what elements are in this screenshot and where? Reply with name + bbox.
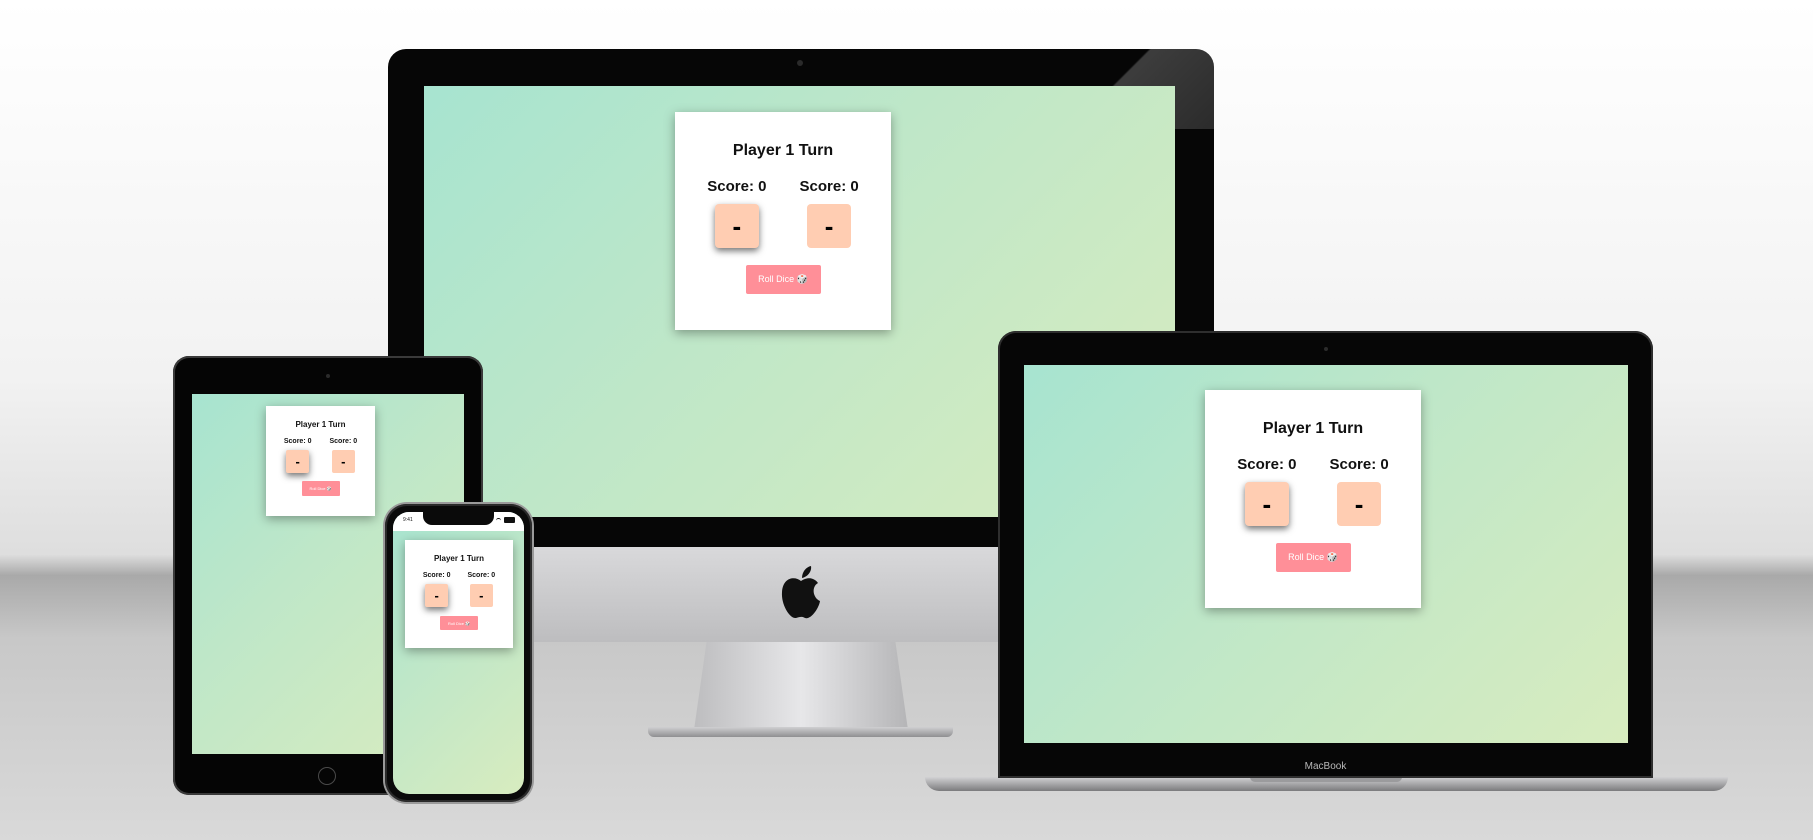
players-row: Score: 0 - Score: 0 - xyxy=(707,178,859,248)
player-1: Score: 0 - xyxy=(423,572,451,607)
players-row: Score: 0 - Score: 0 - xyxy=(1237,456,1389,526)
camera-icon xyxy=(797,60,803,66)
player-2-score: Score: 0 xyxy=(329,438,358,445)
player-1-die: - xyxy=(425,584,449,607)
player-2-die: - xyxy=(469,584,493,607)
player-1-die: - xyxy=(1244,482,1289,526)
player-1: Score: 0 - xyxy=(284,438,312,473)
laptop-brand-label: MacBook xyxy=(1304,761,1347,772)
roll-dice-button[interactable]: Roll Dice 🎲 xyxy=(440,616,478,630)
apple-logo-icon xyxy=(778,565,824,621)
turn-heading: Player 1 Turn xyxy=(732,142,834,159)
player-2-die: - xyxy=(807,204,852,248)
phone-device: 9:41 Player 1 Turn Score: 0 - Score: 0 -… xyxy=(385,504,532,802)
phone-notch xyxy=(423,512,494,525)
home-button-icon xyxy=(318,767,336,785)
desktop-stand xyxy=(694,640,908,730)
wifi-icon xyxy=(496,518,501,523)
player-2: Score: 0 - xyxy=(800,178,859,248)
camera-icon xyxy=(326,374,330,378)
player-1-score: Score: 0 xyxy=(707,178,767,195)
camera-icon xyxy=(1324,347,1328,351)
status-time: 9:41 xyxy=(403,517,413,523)
roll-dice-button[interactable]: Roll Dice 🎲 xyxy=(301,481,340,496)
game-card: Player 1 Turn Score: 0 - Score: 0 - Roll… xyxy=(266,406,375,516)
game-card: Player 1 Turn Score: 0 - Score: 0 - Roll… xyxy=(405,540,513,648)
phone-screen: 9:41 Player 1 Turn Score: 0 - Score: 0 -… xyxy=(393,512,524,794)
players-row: Score: 0 - Score: 0 - xyxy=(423,572,495,607)
turn-heading: Player 1 Turn xyxy=(433,554,485,563)
game-card: Player 1 Turn Score: 0 - Score: 0 - Roll… xyxy=(1205,390,1421,608)
player-1-score: Score: 0 xyxy=(283,438,312,445)
player-2: Score: 0 - xyxy=(329,438,358,473)
player-2: Score: 0 - xyxy=(1330,456,1389,526)
turn-heading: Player 1 Turn xyxy=(1262,420,1364,437)
desktop-stand-base xyxy=(648,727,953,737)
player-2-score: Score: 0 xyxy=(467,572,496,579)
player-1-die: - xyxy=(286,450,310,473)
player-1: Score: 0 - xyxy=(707,178,767,248)
roll-dice-button[interactable]: Roll Dice 🎲 xyxy=(1275,543,1351,572)
game-card: Player 1 Turn Score: 0 - Score: 0 - Roll… xyxy=(675,112,891,330)
players-row: Score: 0 - Score: 0 - xyxy=(284,438,357,473)
laptop-lid: Player 1 Turn Score: 0 - Score: 0 - Roll… xyxy=(998,331,1653,778)
player-2: Score: 0 - xyxy=(467,572,496,607)
player-1-score: Score: 0 xyxy=(1237,456,1297,473)
player-2-score: Score: 0 xyxy=(1329,456,1389,473)
player-2-die: - xyxy=(331,450,355,473)
laptop-screen: Player 1 Turn Score: 0 - Score: 0 - Roll… xyxy=(1024,365,1628,743)
player-2-die: - xyxy=(1337,482,1382,526)
player-1-die: - xyxy=(714,204,759,248)
player-2-score: Score: 0 xyxy=(799,178,859,195)
player-1-score: Score: 0 xyxy=(422,572,451,579)
battery-icon xyxy=(504,517,515,523)
turn-heading: Player 1 Turn xyxy=(295,420,346,429)
player-1: Score: 0 - xyxy=(1237,456,1297,526)
roll-dice-button[interactable]: Roll Dice 🎲 xyxy=(745,265,821,294)
